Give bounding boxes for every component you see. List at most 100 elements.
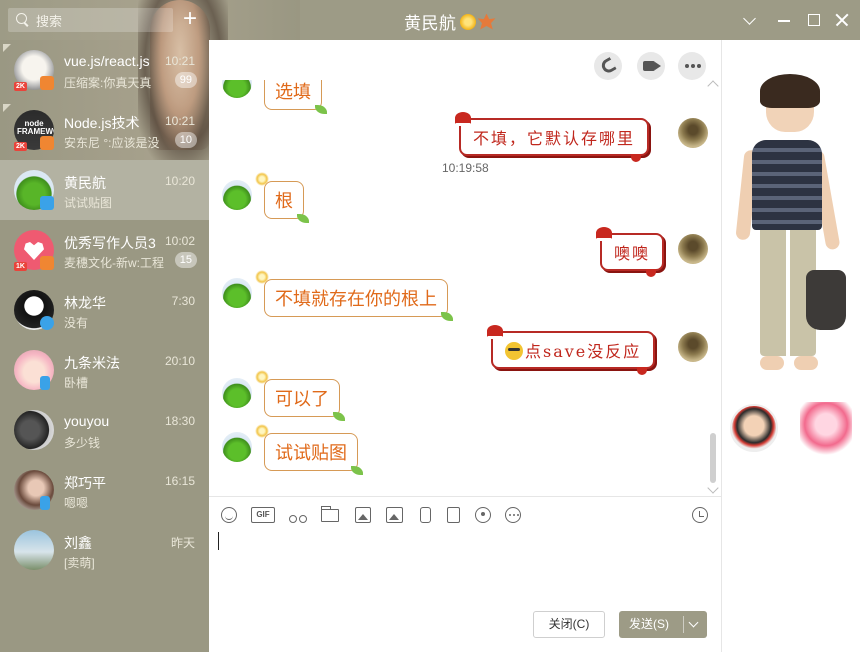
my-show-avatar[interactable] bbox=[800, 402, 852, 458]
music-icon[interactable] bbox=[475, 507, 491, 523]
conversation-item[interactable]: 刘鑫 [卖萌] 昨天 bbox=[0, 520, 209, 580]
emoji-icon[interactable] bbox=[221, 507, 237, 523]
sender-avatar bbox=[222, 180, 252, 210]
maximize-button[interactable] bbox=[804, 10, 824, 30]
vip-badge-icon bbox=[459, 13, 476, 30]
conversation-time: 7:30 bbox=[171, 294, 195, 308]
online-device-icon bbox=[40, 196, 54, 210]
conversation-preview: 麦穗文化-新w:工程 bbox=[64, 256, 164, 270]
shake-icon[interactable] bbox=[420, 507, 431, 523]
search-icon bbox=[16, 13, 30, 27]
conversation-name: 九条米法 bbox=[64, 355, 120, 371]
chat-title: 黄民航 bbox=[404, 9, 496, 34]
group-icon bbox=[40, 256, 54, 270]
sender-avatar bbox=[222, 432, 252, 462]
add-icon[interactable]: + bbox=[178, 7, 202, 32]
unread-count: 10 bbox=[174, 132, 197, 148]
message-bubble: 选填 bbox=[264, 80, 327, 114]
scrollbar-thumb[interactable] bbox=[710, 433, 716, 483]
my-avatar bbox=[678, 118, 708, 148]
sender-avatar bbox=[222, 378, 252, 408]
conversation-preview: 没有 bbox=[64, 316, 89, 330]
avatar bbox=[14, 530, 54, 570]
mobile-online-icon bbox=[40, 496, 50, 510]
conversation-item[interactable]: nodeFRAMEWORK 2K Node.js技术 安东尼 °:应该是没 10… bbox=[0, 100, 209, 160]
chevron-down-icon[interactable] bbox=[688, 617, 699, 628]
send-options-divider bbox=[683, 616, 684, 633]
group-size-badge: 2K bbox=[14, 82, 27, 91]
conversation-item-active[interactable]: 黄民航 试试贴图 10:20 bbox=[0, 160, 209, 220]
message-bubble-self: 不填，它默认存哪里 bbox=[455, 112, 650, 162]
level-badge-icon bbox=[477, 13, 496, 30]
image-icon[interactable] bbox=[386, 507, 403, 523]
folder-icon[interactable] bbox=[321, 506, 339, 522]
friend-show-avatar[interactable] bbox=[730, 404, 778, 452]
group-size-badge: 2K bbox=[14, 142, 27, 151]
close-button[interactable]: 关闭(C) bbox=[533, 611, 605, 638]
conversation-list: 2K vue.js/react.js 压缩案:你真天真 10:21 99 nod… bbox=[0, 40, 209, 652]
message-text: 可以了 bbox=[275, 389, 329, 409]
conversation-name: 刘鑫 bbox=[64, 535, 92, 551]
conversation-preview: 多少钱 bbox=[64, 436, 101, 450]
more-options-button[interactable] bbox=[678, 52, 706, 80]
conversation-preview: 嗯嗯 bbox=[64, 496, 89, 510]
conversation-preview: 安东尼 °:应该是没 bbox=[64, 136, 160, 150]
conversation-item[interactable]: 2K vue.js/react.js 压缩案:你真天真 10:21 99 bbox=[0, 40, 209, 100]
message-list: 选填 不填，它默认存哪里 根 噢噢 不填就存在你的根上 点save没反应 可以了… bbox=[209, 80, 721, 496]
emoji-icon bbox=[505, 342, 523, 360]
text-caret bbox=[218, 532, 219, 550]
scissors-icon[interactable] bbox=[289, 507, 307, 523]
red-packet-icon[interactable] bbox=[447, 507, 460, 523]
minimize-button[interactable] bbox=[774, 10, 794, 30]
conversation-time: 18:30 bbox=[164, 414, 195, 428]
avatar bbox=[14, 410, 54, 450]
message-bubble: 试试贴图 bbox=[255, 424, 363, 475]
conversation-name: 郑巧平 bbox=[64, 475, 106, 491]
chevron-down-icon[interactable] bbox=[740, 10, 760, 30]
history-clock-icon[interactable] bbox=[692, 507, 708, 523]
conversation-time: 20:10 bbox=[164, 354, 195, 368]
unread-count: 99 bbox=[174, 72, 197, 88]
conversation-preview: 试试贴图 bbox=[64, 196, 113, 210]
conversation-item[interactable]: 郑巧平 嗯嗯 16:15 bbox=[0, 460, 209, 520]
conversation-item[interactable]: youyou 多少钱 18:30 bbox=[0, 400, 209, 460]
video-call-button[interactable] bbox=[637, 52, 665, 80]
chat-title-text: 黄民航 bbox=[404, 14, 457, 33]
message-bubble-self: 噢噢 bbox=[596, 227, 665, 277]
group-icon bbox=[40, 76, 54, 90]
more-tools-icon[interactable] bbox=[505, 507, 521, 523]
conversation-time: 10:21 bbox=[164, 114, 195, 128]
my-avatar bbox=[678, 332, 708, 362]
chat-panel: 选填 不填，它默认存哪里 根 噢噢 不填就存在你的根上 点save没反应 可以了… bbox=[209, 40, 721, 652]
search-placeholder: 搜索 bbox=[36, 13, 63, 29]
online-status-icon bbox=[40, 316, 54, 330]
doc-tool-icon[interactable] bbox=[355, 507, 371, 523]
message-timestamp: 10:19:58 bbox=[442, 161, 489, 175]
conversation-item[interactable]: 1K 优秀写作人员3 麦穗文化-新w:工程 10:02 15 bbox=[0, 220, 209, 280]
close-window-button[interactable] bbox=[832, 10, 852, 30]
conversation-name: 林龙华 bbox=[64, 295, 106, 311]
conversation-item[interactable]: 林龙华 没有 7:30 bbox=[0, 280, 209, 340]
voice-call-button[interactable] bbox=[594, 52, 622, 80]
message-bubble: 可以了 bbox=[255, 370, 345, 421]
input-toolbar: GIF bbox=[209, 496, 721, 532]
send-button[interactable]: 发送(S) bbox=[619, 611, 707, 638]
conversation-name: vue.js/react.js bbox=[64, 53, 150, 69]
message-text: 点save没反应 bbox=[525, 342, 642, 361]
message-text: 噢噢 bbox=[614, 244, 651, 263]
group-size-badge: 1K bbox=[14, 262, 27, 271]
unread-count: 15 bbox=[174, 252, 197, 268]
group-icon bbox=[40, 136, 54, 150]
search-box[interactable]: 搜索 bbox=[8, 8, 173, 32]
message-text: 选填 bbox=[275, 82, 311, 102]
avatar-figure-foot bbox=[794, 356, 818, 370]
character-show-panel bbox=[721, 40, 860, 652]
conversation-item[interactable]: 九条米法 卧槽 20:10 bbox=[0, 340, 209, 400]
conversation-name: youyou bbox=[64, 413, 110, 429]
conversation-time: 10:21 bbox=[164, 54, 195, 68]
message-text: 不填就存在你的根上 bbox=[275, 289, 437, 309]
message-text: 试试贴图 bbox=[275, 443, 347, 463]
gif-icon[interactable]: GIF bbox=[251, 507, 275, 523]
sender-avatar bbox=[222, 278, 252, 308]
my-avatar bbox=[678, 234, 708, 264]
